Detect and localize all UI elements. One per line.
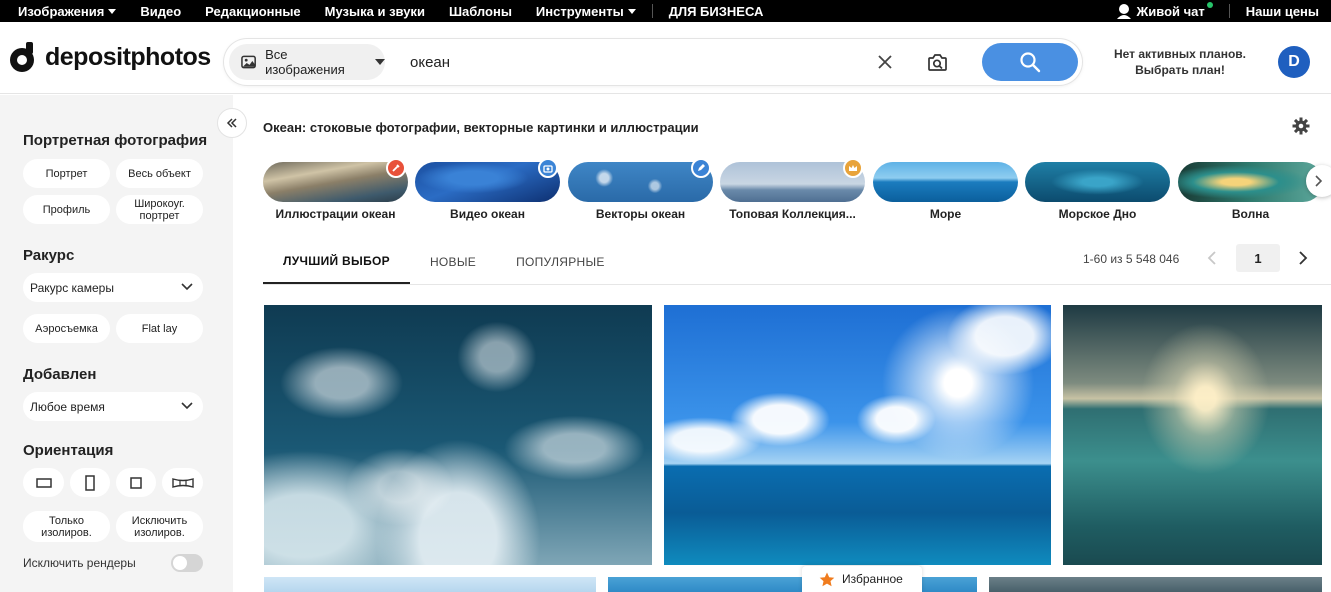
image-icon [241, 55, 256, 69]
nav-video[interactable]: Видео [128, 0, 193, 22]
category-illustrations[interactable]: Иллюстрации океан [263, 158, 408, 221]
tab-new[interactable]: НОВЫЕ [410, 240, 496, 284]
tab-popular[interactable]: ПОПУЛЯРНЫЕ [496, 240, 625, 284]
prices-link[interactable]: Наши цены [1234, 0, 1331, 22]
chip-full-body[interactable]: Весь объект [116, 159, 203, 188]
search-bar: Все изображения [224, 39, 1082, 85]
visual-search-camera-icon[interactable] [926, 51, 948, 73]
category-sea[interactable]: Море [873, 162, 1018, 221]
nav-music[interactable]: Музыка и звуки [313, 0, 437, 22]
search-input[interactable] [410, 52, 860, 72]
pen-icon [691, 158, 711, 178]
chip-aerial[interactable]: Аэросъемка [23, 314, 110, 343]
chevron-right-icon[interactable] [1297, 250, 1309, 266]
nav-divider [651, 4, 653, 18]
chip-portrait[interactable]: Портрет [23, 159, 110, 188]
portrait-title: Портретная фотография [23, 132, 208, 149]
orientation-square[interactable] [116, 468, 156, 497]
results-count: 1-60 из 5 548 046 [1083, 252, 1180, 266]
nav-divider [1228, 4, 1230, 18]
category-video[interactable]: Видео океан [415, 158, 560, 221]
orientation-title: Ориентация [23, 442, 114, 459]
page-number-input[interactable]: 1 [1236, 244, 1280, 272]
exclude-renders-toggle[interactable] [171, 554, 203, 572]
result-photo[interactable] [1063, 305, 1322, 565]
logo[interactable]: depositphotos [10, 42, 211, 72]
category-top-collection[interactable]: Топовая Коллекция... [720, 158, 865, 221]
category-vectors[interactable]: Векторы океан [568, 158, 713, 221]
filter-sidebar: Портретная фотография Портрет Весь объек… [0, 95, 233, 592]
panoramic-orientation-icon [171, 477, 194, 488]
camera-icon [538, 158, 558, 178]
header: depositphotos Все изображения Нет активн… [0, 22, 1331, 94]
orientation-panoramic[interactable] [162, 468, 203, 497]
nav-tools[interactable]: Инструменты [524, 0, 648, 22]
chevron-left-icon[interactable] [1206, 250, 1218, 266]
result-photo[interactable] [664, 305, 1051, 565]
category-sea-bottom[interactable]: Морское Дно [1025, 162, 1170, 221]
crown-icon [843, 158, 863, 178]
angle-title: Ракурс [23, 247, 75, 264]
collapse-sidebar-button[interactable] [217, 108, 247, 138]
avatar[interactable]: D [1278, 46, 1310, 78]
live-chat-link[interactable]: Живой чат [1097, 0, 1225, 22]
chip-exclude-isolated[interactable]: Исключить изолиров. [116, 511, 203, 542]
orientation-vertical[interactable] [70, 468, 110, 497]
chevron-down-icon [181, 283, 193, 291]
exclude-renders-label: Исключить рендеры [23, 556, 136, 570]
double-chevron-left-icon [226, 118, 237, 128]
camera-angle-select[interactable]: Ракурс камеры [23, 273, 203, 302]
caret-down-icon [375, 59, 385, 65]
chip-wide-portrait[interactable]: Широкоуг. портрет [116, 195, 203, 224]
nav-images[interactable]: Изображения [0, 0, 128, 22]
orientation-horizontal[interactable] [23, 468, 64, 497]
result-photo[interactable] [989, 577, 1322, 592]
brush-icon [386, 158, 406, 178]
close-icon[interactable] [876, 53, 894, 71]
chip-only-isolated[interactable]: Только изолиров. [23, 511, 110, 542]
search-button[interactable] [982, 43, 1078, 81]
category-thumbnail [1178, 162, 1323, 202]
result-photo[interactable] [264, 577, 596, 592]
horizontal-orientation-icon [35, 477, 52, 488]
tabs-divider [263, 284, 1331, 285]
tab-best[interactable]: ЛУЧШИЙ ВЫБОР [263, 240, 410, 284]
vertical-orientation-icon [85, 474, 95, 491]
carousel-next-button[interactable] [1306, 165, 1331, 197]
chevron-down-icon [181, 402, 193, 410]
sort-tabs: ЛУЧШИЙ ВЫБОР НОВЫЕ ПОПУЛЯРНЫЕ [263, 240, 625, 284]
search-icon [1020, 52, 1041, 73]
result-photo[interactable] [264, 305, 652, 565]
caret-down-icon [108, 8, 117, 14]
online-status-dot [1206, 2, 1213, 8]
star-icon [819, 572, 835, 586]
nav-business[interactable]: ДЛЯ БИЗНЕСА [657, 0, 776, 22]
caret-down-icon [627, 8, 636, 14]
search-scope-dropdown[interactable]: Все изображения [229, 44, 385, 80]
category-thumbnail [1025, 162, 1170, 202]
favorites-button[interactable]: Избранное [802, 566, 922, 592]
nav-editorial[interactable]: Редакционные [193, 0, 313, 22]
logo-mark-icon [10, 42, 40, 72]
added-time-select[interactable]: Любое время [23, 392, 203, 421]
nav-templates[interactable]: Шаблоны [437, 0, 524, 22]
square-orientation-icon [130, 476, 142, 489]
nav-right: Живой чат Наши цены [1097, 0, 1331, 22]
chevron-right-icon [1315, 175, 1323, 187]
category-wave[interactable]: Волна [1178, 162, 1323, 221]
top-navigation: Изображения Видео Редакционные Музыка и … [0, 0, 1331, 22]
no-plan-notice[interactable]: Нет активных планов. Выбрать план! [1107, 46, 1253, 78]
added-title: Добавлен [23, 366, 97, 383]
chat-agent-icon [1116, 4, 1131, 19]
gear-icon[interactable] [1292, 117, 1310, 135]
chip-profile[interactable]: Профиль [23, 195, 110, 224]
page-title: Океан: стоковые фотографии, векторные ка… [263, 120, 699, 135]
category-thumbnail [873, 162, 1018, 202]
chip-flat-lay[interactable]: Flat lay [116, 314, 203, 343]
